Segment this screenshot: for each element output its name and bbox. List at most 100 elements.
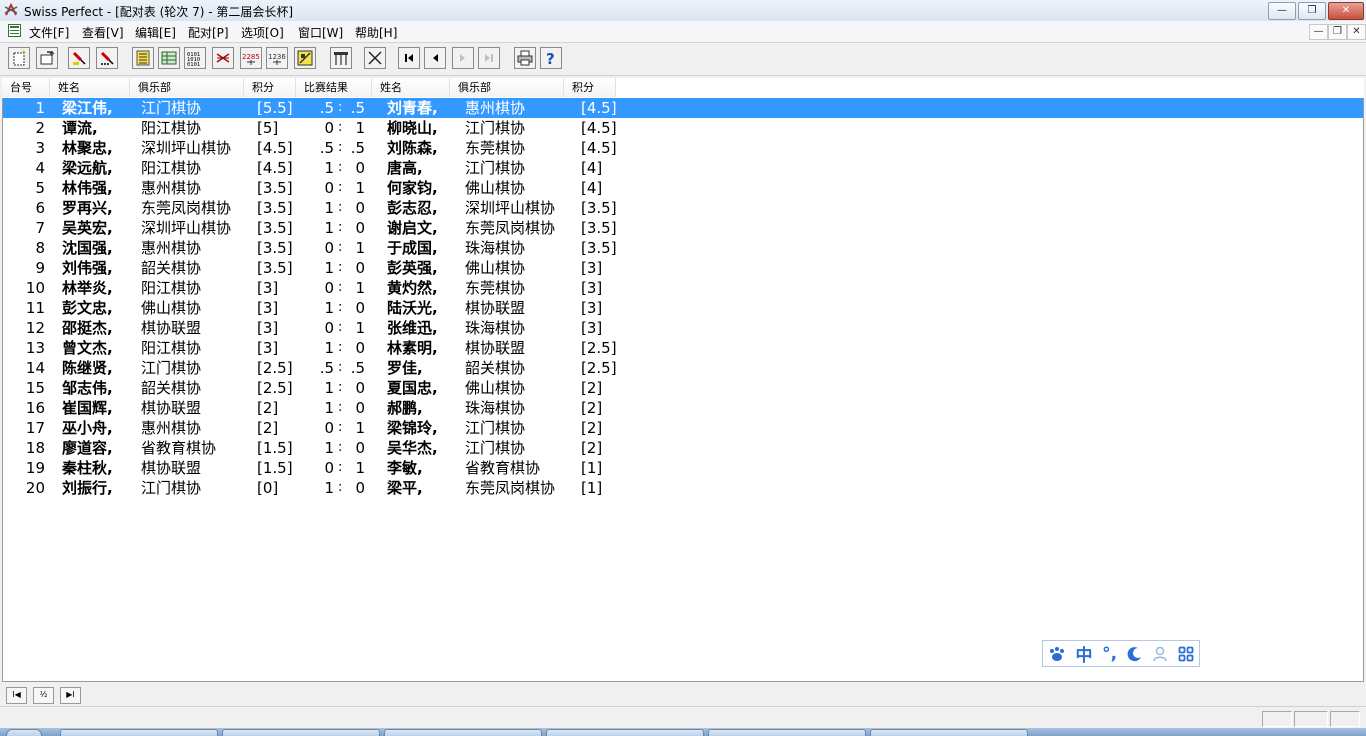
black-score: 0: [355, 159, 365, 177]
table-row[interactable]: 16 崔国辉, 棋协联盟 [2] 1:0 郝鹏, 珠海棋协 [2]: [3, 398, 1363, 418]
table-row[interactable]: 2 谭流, 阳江棋协 [5] 0:1 柳晓山, 江门棋协 [4.5]: [3, 118, 1363, 138]
ime-mode[interactable]: 中: [1076, 641, 1093, 666]
header-board[interactable]: 台号: [2, 78, 50, 97]
next-round-button[interactable]: [452, 47, 474, 69]
menu-edit[interactable]: 编辑[E]: [135, 24, 176, 41]
board-view-button[interactable]: [294, 47, 316, 69]
first-page-button[interactable]: I◀: [6, 687, 27, 704]
table-row[interactable]: 4 梁远航, 阳江棋协 [4.5] 1:0 唐高, 江门棋协 [4]: [3, 158, 1363, 178]
half-point-button[interactable]: ½: [33, 687, 54, 704]
table-row[interactable]: 20 刘振行, 江门棋协 [0] 1:0 梁平, 东莞凤岗棋协 [1]: [3, 478, 1363, 498]
board-number: 7: [35, 219, 45, 237]
svg-text:0101: 0101: [187, 62, 200, 66]
white-player-points: [3]: [257, 319, 279, 337]
unpair-button[interactable]: [364, 47, 386, 69]
new-tournament-button[interactable]: [8, 47, 30, 69]
score-separator: :: [338, 140, 343, 155]
tournament-table-button[interactable]: [330, 47, 352, 69]
table-row[interactable]: 19 秦柱秋, 棋协联盟 [1.5] 0:1 李敏, 省教育棋协 [1]: [3, 458, 1363, 478]
table-row[interactable]: 13 曾文杰, 阳江棋协 [3] 1:0 林素明, 棋协联盟 [2.5]: [3, 338, 1363, 358]
grid-menu-icon[interactable]: [1178, 646, 1194, 662]
pairings-table[interactable]: 1 梁江伟, 江门棋协 [5.5] .5: .5 刘青春, 惠州棋协 [4.5] 2 谭流, 阳江棋协…: [2, 98, 1364, 682]
white-player-club: 韶关棋协: [141, 259, 202, 277]
binary-view-button[interactable]: 0101 1010 0101: [184, 47, 206, 69]
taskbar-item-3[interactable]: [384, 729, 542, 736]
table-row[interactable]: 17 巫小舟, 惠州棋协 [2] 0:1 梁锦玲, 江门棋协 [2]: [3, 418, 1363, 438]
black-score: 0: [355, 379, 365, 397]
table-row[interactable]: 11 彭文忠, 佛山棋协 [3] 1:0 陆沃光, 棋协联盟 [3]: [3, 298, 1363, 318]
table-row[interactable]: 7 吴英宏, 深圳坪山棋协 [3.5] 1:0 谢启文, 东莞凤岗棋协 [3.5]: [3, 218, 1363, 238]
header-white-club[interactable]: 俱乐部: [130, 78, 244, 97]
menu-file[interactable]: 文件[F]: [29, 24, 69, 41]
paw-icon[interactable]: [1048, 646, 1066, 662]
ime-toolbar[interactable]: 中 °,: [1042, 640, 1200, 667]
rating-list-button[interactable]: 1236: [266, 47, 288, 69]
black-player-club: 省教育棋协: [465, 459, 541, 477]
header-result[interactable]: 比赛结果: [296, 78, 372, 97]
last-round-button[interactable]: [478, 47, 500, 69]
open-tournament-button[interactable]: [36, 47, 58, 69]
white-player-club: 深圳坪山棋协: [141, 139, 232, 157]
menu-options[interactable]: 选项[O]: [241, 24, 284, 41]
table-row[interactable]: 15 邹志伟, 韶关棋协 [2.5] 1:0 夏国忠, 佛山棋协 [2]: [3, 378, 1363, 398]
menu-view[interactable]: 查看[V]: [82, 24, 124, 41]
print-button[interactable]: [514, 47, 536, 69]
crosstable-button[interactable]: [158, 47, 180, 69]
rating-calc-button[interactable]: 2285: [240, 47, 262, 69]
table-row[interactable]: 18 廖道容, 省教育棋协 [1.5] 1:0 吴华杰, 江门棋协 [2]: [3, 438, 1363, 458]
add-player-button[interactable]: [68, 47, 90, 69]
taskbar-item-1[interactable]: [60, 729, 218, 736]
menu-help[interactable]: 帮助[H]: [355, 24, 397, 41]
edit-player-button[interactable]: [96, 47, 118, 69]
pair-round-button[interactable]: [212, 47, 234, 69]
start-button[interactable]: [6, 729, 42, 736]
minimize-button[interactable]: —: [1268, 2, 1296, 20]
header-black-name[interactable]: 姓名: [372, 78, 450, 97]
menu-pairing[interactable]: 配对[P]: [188, 24, 229, 41]
document-icon[interactable]: [8, 24, 21, 37]
white-player-name: 崔国辉,: [62, 399, 113, 417]
table-row[interactable]: 8 沈国强, 惠州棋协 [3.5] 0:1 于成国, 珠海棋协 [3.5]: [3, 238, 1363, 258]
header-black-points[interactable]: 积分: [564, 78, 616, 97]
mdi-minimize-button[interactable]: —: [1309, 24, 1328, 40]
taskbar-item-6[interactable]: [870, 729, 1028, 736]
mdi-restore-button[interactable]: ❐: [1328, 24, 1347, 40]
player-list-button[interactable]: [132, 47, 154, 69]
ime-punctuation[interactable]: °,: [1102, 644, 1117, 664]
black-player-name: 罗佳,: [387, 359, 423, 377]
status-bar: [0, 706, 1366, 729]
menu-window[interactable]: 窗口[W]: [298, 24, 343, 41]
moon-icon[interactable]: [1127, 646, 1143, 662]
white-player-points: [3.5]: [257, 239, 293, 257]
header-white-name[interactable]: 姓名: [50, 78, 130, 97]
table-row[interactable]: 3 林聚忠, 深圳坪山棋协 [4.5] .5: .5 刘陈森, 东莞棋协 [4.5]: [3, 138, 1363, 158]
black-player-points: [2]: [581, 379, 603, 397]
header-white-points[interactable]: 积分: [244, 78, 296, 97]
mdi-close-button[interactable]: ✕: [1347, 24, 1366, 40]
taskbar-item-4[interactable]: [546, 729, 704, 736]
table-row[interactable]: 5 林伟强, 惠州棋协 [3.5] 0:1 何家钧, 佛山棋协 [4]: [3, 178, 1363, 198]
user-icon[interactable]: [1152, 646, 1168, 662]
board-number: 20: [25, 479, 45, 497]
white-player-points: [2.5]: [257, 359, 293, 377]
taskbar-item-5[interactable]: [708, 729, 866, 736]
header-black-club[interactable]: 俱乐部: [450, 78, 564, 97]
title-bar[interactable]: Swiss Perfect - [配对表 (轮次 7) - 第二届会长杯] — …: [0, 0, 1366, 22]
close-button[interactable]: ✕: [1328, 2, 1364, 20]
table-row[interactable]: 9 刘伟强, 韶关棋协 [3.5] 1:0 彭英强, 佛山棋协 [3]: [3, 258, 1363, 278]
score-separator: :: [338, 160, 343, 175]
table-row[interactable]: 14 陈继贤, 江门棋协 [2.5] .5: .5 罗佳, 韶关棋协 [2.5]: [3, 358, 1363, 378]
table-row[interactable]: 6 罗再兴, 东莞凤岗棋协 [3.5] 1:0 彭志忍, 深圳坪山棋协 [3.5]: [3, 198, 1363, 218]
white-player-club: 惠州棋协: [141, 179, 202, 197]
white-player-club: 江门棋协: [141, 99, 202, 117]
black-score: 1: [355, 119, 365, 137]
table-row[interactable]: 12 邵挺杰, 棋协联盟 [3] 0:1 张维迅, 珠海棋协 [3]: [3, 318, 1363, 338]
first-round-button[interactable]: [398, 47, 420, 69]
table-row[interactable]: 1 梁江伟, 江门棋协 [5.5] .5: .5 刘青春, 惠州棋协 [4.5]: [3, 98, 1363, 118]
table-row[interactable]: 10 林举炎, 阳江棋协 [3] 0:1 黄灼然, 东莞棋协 [3]: [3, 278, 1363, 298]
previous-round-button[interactable]: [424, 47, 446, 69]
last-page-button[interactable]: ▶I: [60, 687, 81, 704]
restore-button[interactable]: ❐: [1298, 2, 1326, 20]
help-button[interactable]: ?: [540, 47, 562, 69]
taskbar-item-2[interactable]: [222, 729, 380, 736]
